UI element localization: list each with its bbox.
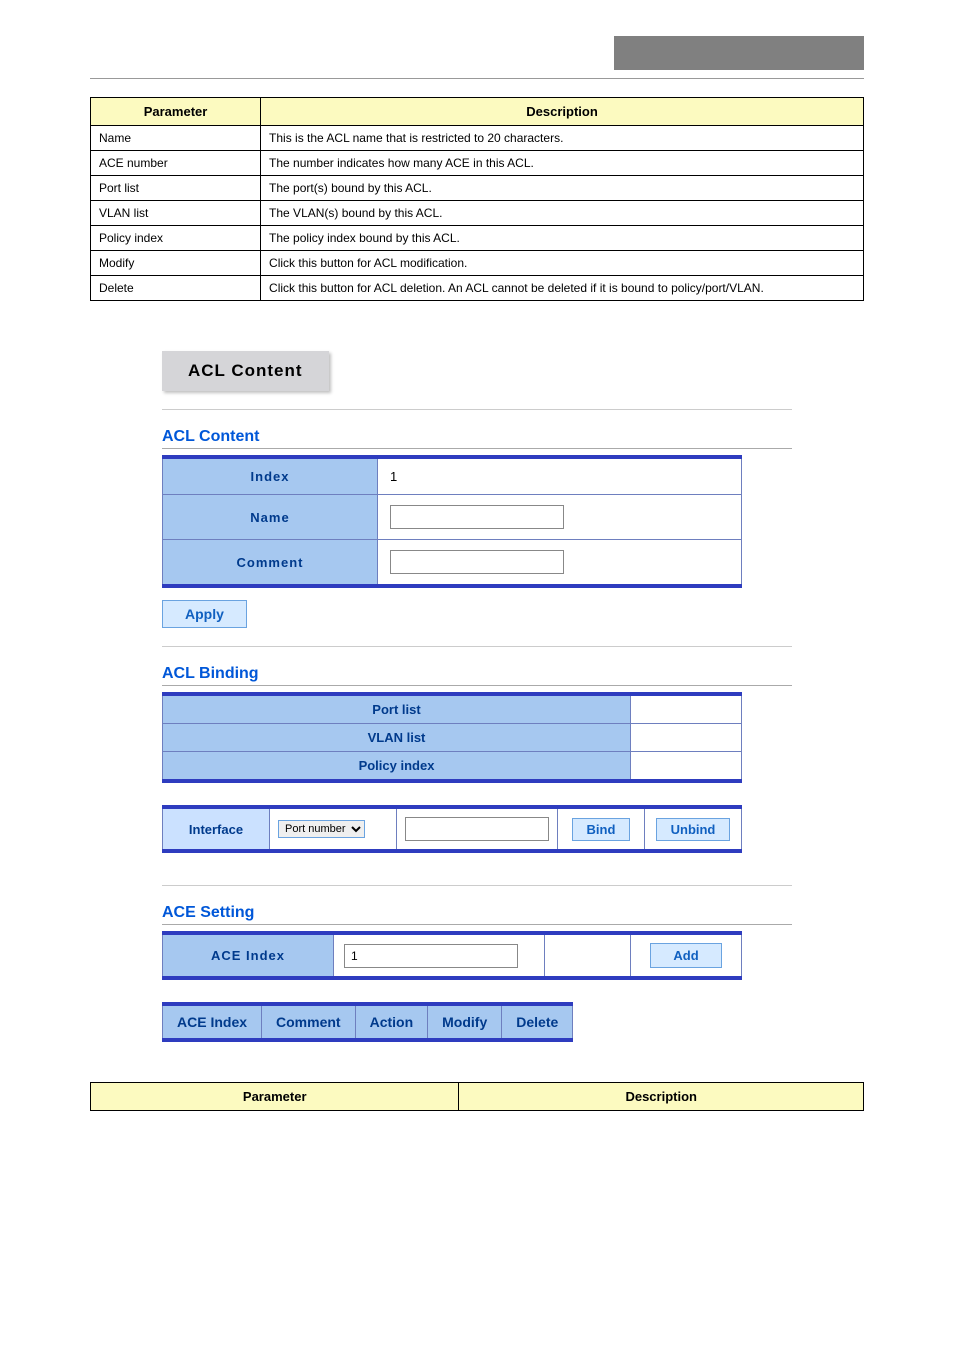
parameter-table: Parameter Description NameThis is the AC…: [90, 97, 864, 301]
table-row: NameThis is the ACL name that is restric…: [91, 126, 864, 151]
col-action: Action: [355, 1004, 428, 1040]
acl-panel: ACL Content ACL Content Index 1 Name Com…: [162, 351, 792, 1042]
table-row: VLAN listThe VLAN(s) bound by this ACL.: [91, 201, 864, 226]
vlanlist-label: VLAN list: [163, 724, 631, 752]
table-row: Port listThe port(s) bound by this ACL.: [91, 176, 864, 201]
policyindex-value: [631, 752, 742, 782]
table-row: DeleteClick this button for ACL deletion…: [91, 276, 864, 301]
divider: [162, 885, 792, 886]
name-input[interactable]: [390, 505, 564, 529]
ace-list-table: ACE Index Comment Action Modify Delete: [162, 1002, 573, 1042]
ace-index-input[interactable]: [344, 944, 518, 968]
param-header-description: Description: [261, 98, 864, 126]
acl-content-table: Index 1 Name Comment: [162, 455, 742, 588]
col-ace-index: ACE Index: [163, 1004, 262, 1040]
unbind-button[interactable]: Unbind: [656, 818, 731, 841]
ace-index-label: ACE Index: [163, 933, 334, 978]
col-modify: Modify: [428, 1004, 502, 1040]
table-row: ModifyClick this button for ACL modifica…: [91, 251, 864, 276]
header-gray-block: [614, 36, 864, 70]
policyindex-label: Policy index: [163, 752, 631, 782]
add-button[interactable]: Add: [650, 943, 721, 968]
section-title-ace-setting: ACE Setting: [162, 904, 792, 925]
tab-acl-content[interactable]: ACL Content: [162, 351, 329, 391]
table-row: ACE numberThe number indicates how many …: [91, 151, 864, 176]
param-header-parameter: Parameter: [91, 98, 261, 126]
divider: [162, 646, 792, 647]
portlist-value: [631, 694, 742, 724]
interface-label: Interface: [163, 807, 270, 851]
apply-button[interactable]: Apply: [162, 600, 247, 628]
divider: [162, 409, 792, 410]
interface-table: Interface Port number Bind Unbind: [162, 805, 742, 853]
header-rule: [90, 42, 864, 79]
interface-select[interactable]: Port number: [278, 820, 365, 838]
section-title-acl-content: ACL Content: [162, 428, 792, 449]
vlanlist-value: [631, 724, 742, 752]
portlist-label: Port list: [163, 694, 631, 724]
comment-input[interactable]: [390, 550, 564, 574]
interface-input[interactable]: [405, 817, 549, 841]
section-title-acl-binding: ACL Binding: [162, 665, 792, 686]
acl-binding-table: Port list VLAN list Policy index: [162, 692, 742, 783]
param2-header-description: Description: [459, 1083, 864, 1111]
param2-header-parameter: Parameter: [91, 1083, 459, 1111]
table-row: Policy indexThe policy index bound by th…: [91, 226, 864, 251]
col-delete: Delete: [502, 1004, 573, 1040]
index-label: Index: [163, 457, 378, 495]
name-label: Name: [163, 495, 378, 540]
bind-button[interactable]: Bind: [572, 818, 631, 841]
index-value: 1: [378, 457, 742, 495]
col-comment: Comment: [262, 1004, 356, 1040]
ace-setting-table: ACE Index Add: [162, 931, 742, 980]
parameter-table-2: Parameter Description: [90, 1082, 864, 1111]
comment-label: Comment: [163, 540, 378, 587]
